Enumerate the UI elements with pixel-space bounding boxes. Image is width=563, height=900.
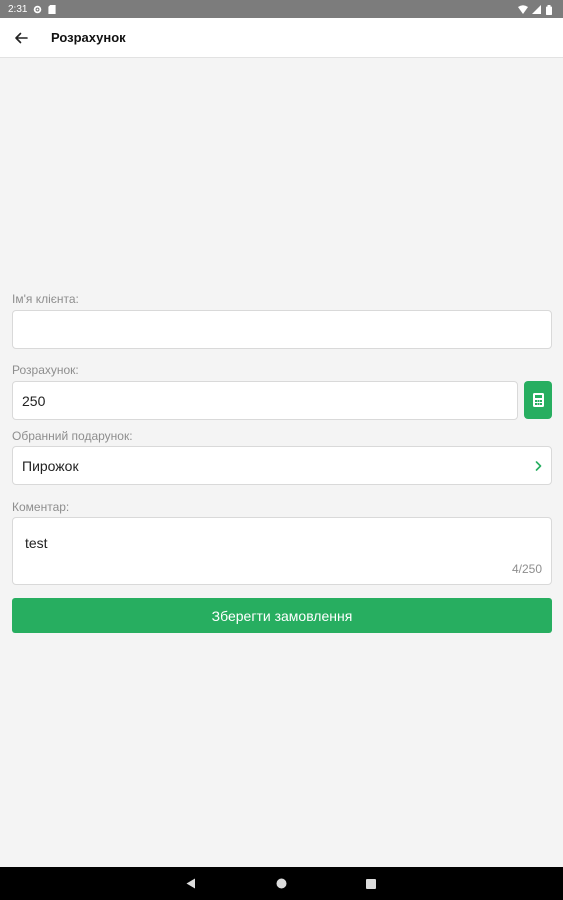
amount-input[interactable]: 250	[12, 381, 518, 420]
comment-value: test	[25, 535, 48, 551]
gift-label: Обранний подарунок:	[12, 429, 133, 443]
comment-label: Коментар:	[12, 500, 70, 514]
back-triangle-icon	[186, 878, 195, 889]
status-left: 2:31	[8, 4, 57, 15]
wifi-icon	[518, 4, 528, 14]
amount-label: Розрахунок:	[12, 363, 79, 377]
recents-square-icon	[366, 878, 376, 889]
gear-icon	[33, 5, 42, 14]
status-bar: 2:31	[0, 0, 563, 18]
app-bar: Розрахунок	[0, 18, 563, 58]
back-button[interactable]	[11, 28, 31, 48]
status-time: 2:31	[8, 3, 28, 15]
battery-icon	[546, 4, 555, 15]
signal-icon	[532, 4, 541, 14]
client-name-input[interactable]	[12, 310, 552, 349]
nav-home-button[interactable]	[266, 867, 296, 900]
status-right	[518, 4, 555, 15]
arrow-left-icon	[15, 32, 28, 43]
system-nav-bar	[0, 867, 563, 900]
client-name-label: Ім'я клієнта:	[12, 292, 79, 306]
calculator-icon	[532, 393, 544, 407]
gift-value: Пирожок	[22, 457, 79, 474]
char-counter: 4/250	[511, 562, 542, 576]
amount-value: 250	[22, 392, 46, 409]
home-circle-icon	[276, 878, 286, 889]
calculator-button[interactable]	[524, 381, 552, 419]
nav-back-button[interactable]	[176, 867, 206, 900]
chevron-right-icon	[535, 459, 542, 473]
sd-card-icon	[48, 4, 57, 14]
comment-textarea[interactable]: test 4/250	[12, 517, 552, 585]
nav-recents-button[interactable]	[356, 867, 386, 900]
gift-selector[interactable]: Пирожок	[12, 446, 552, 485]
page-title: Розрахунок	[51, 30, 126, 45]
save-order-button[interactable]: Зберегти замовлення	[12, 598, 552, 633]
